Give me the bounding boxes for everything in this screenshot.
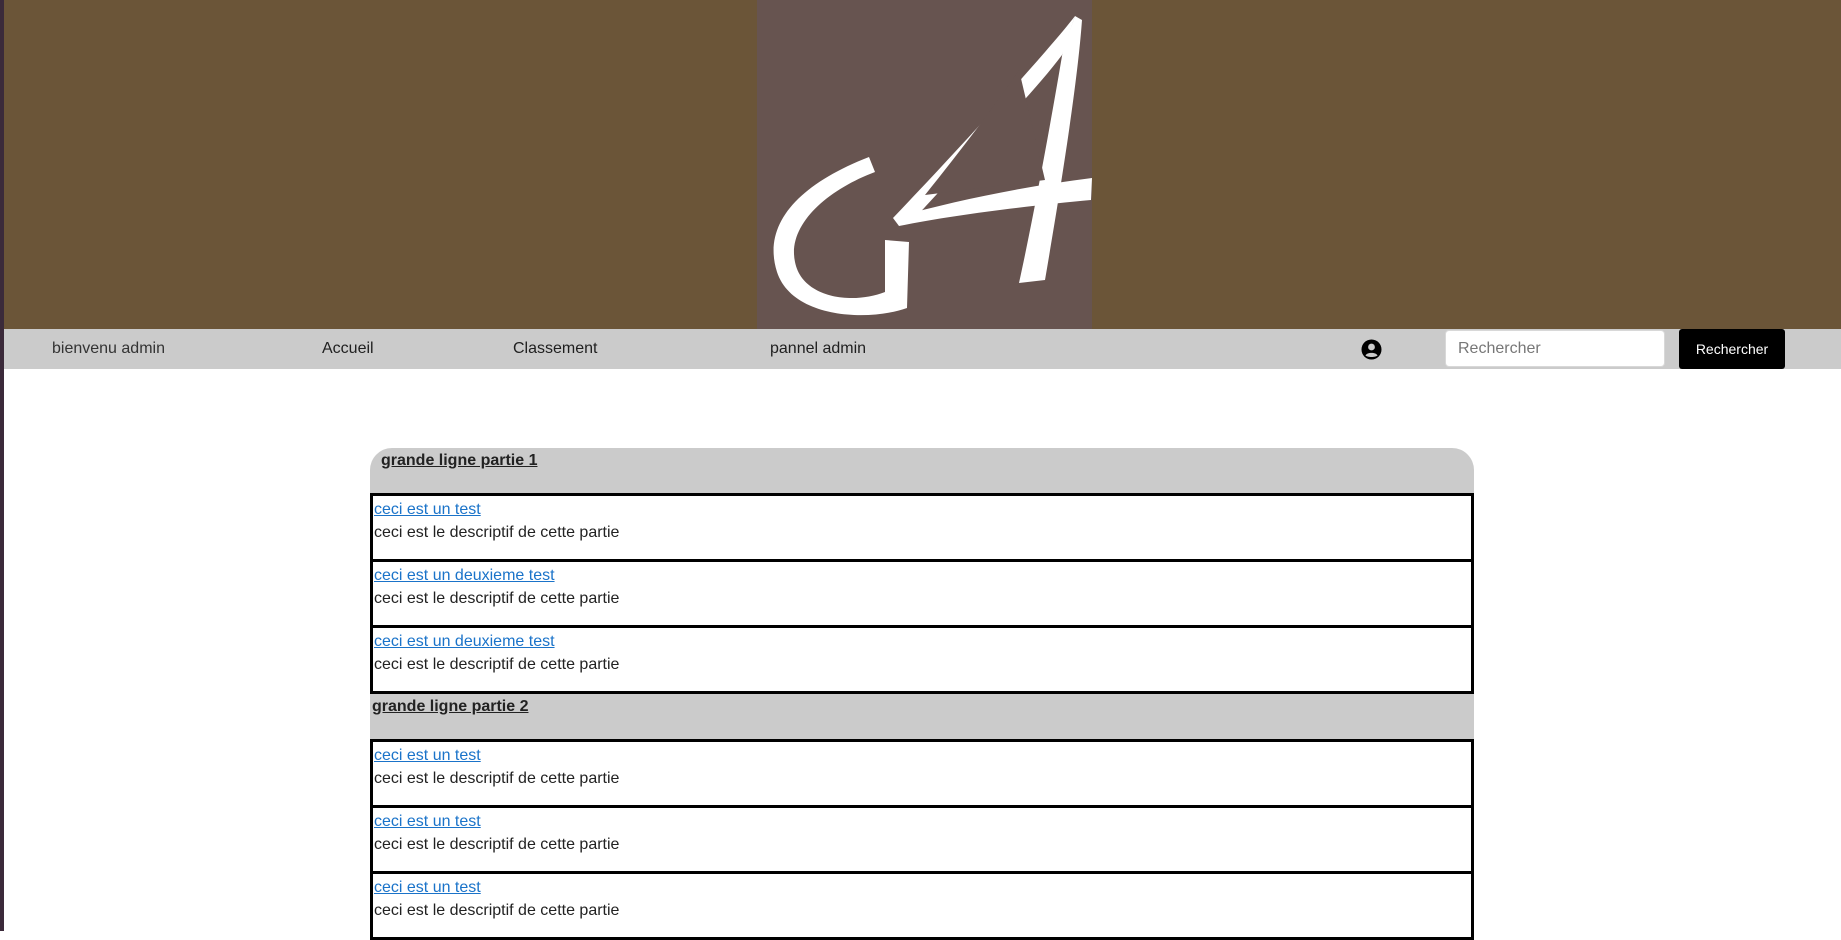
site-banner	[4, 0, 1841, 329]
section-title[interactable]: grande ligne partie 2	[372, 698, 528, 715]
topic-link[interactable]: ceci est un deuxieme test	[374, 631, 1471, 653]
welcome-text: bienvenu admin	[52, 340, 165, 357]
topic-row: ceci est un deuxieme test ceci est le de…	[370, 559, 1474, 628]
topic-row: ceci est un deuxieme test ceci est le de…	[370, 625, 1474, 694]
search-input[interactable]	[1445, 330, 1665, 367]
main-navbar: bienvenu admin Accueil Classement pannel…	[4, 329, 1841, 369]
topic-row: ceci est un test ceci est le descriptif …	[370, 493, 1474, 562]
topic-link[interactable]: ceci est un test	[374, 499, 1471, 521]
topic-description: ceci est le descriptif de cette partie	[374, 656, 620, 673]
section-header: grande ligne partie 1	[370, 448, 1474, 493]
topic-link[interactable]: ceci est un test	[374, 811, 1471, 833]
site-logo[interactable]	[757, 0, 1092, 329]
forum-sections: grande ligne partie 1 ceci est un test c…	[370, 448, 1474, 940]
topic-link[interactable]: ceci est un test	[374, 745, 1471, 767]
section-header: grande ligne partie 2	[370, 694, 1474, 739]
topic-description: ceci est le descriptif de cette partie	[374, 836, 620, 853]
topic-row: ceci est un test ceci est le descriptif …	[370, 739, 1474, 808]
topic-description: ceci est le descriptif de cette partie	[374, 770, 620, 787]
topic-row: ceci est un test ceci est le descriptif …	[370, 805, 1474, 874]
nav-link-admin-panel[interactable]: pannel admin	[770, 329, 866, 369]
search-button[interactable]: Rechercher	[1679, 329, 1785, 369]
topic-description: ceci est le descriptif de cette partie	[374, 524, 620, 541]
user-circle-icon[interactable]	[1361, 339, 1382, 360]
topic-description: ceci est le descriptif de cette partie	[374, 590, 620, 607]
nav-link-ranking[interactable]: Classement	[513, 329, 597, 369]
g4-logo-icon	[773, 16, 1092, 316]
topic-description: ceci est le descriptif de cette partie	[374, 902, 620, 919]
topic-row: ceci est un test ceci est le descriptif …	[370, 871, 1474, 940]
section-title[interactable]: grande ligne partie 1	[381, 452, 537, 469]
nav-link-home[interactable]: Accueil	[322, 329, 374, 369]
topic-link[interactable]: ceci est un test	[374, 877, 1471, 899]
topic-link[interactable]: ceci est un deuxieme test	[374, 565, 1471, 587]
